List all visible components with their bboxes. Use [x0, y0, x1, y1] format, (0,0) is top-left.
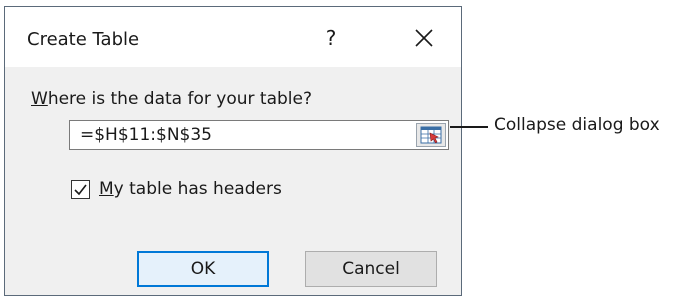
headers-checkbox-label[interactable]: My table has headers — [99, 179, 282, 199]
collapse-dialog-icon — [420, 126, 442, 144]
help-button[interactable]: ? — [317, 23, 345, 53]
prompt-access-key: W — [31, 89, 48, 109]
close-button[interactable] — [409, 23, 439, 53]
range-input[interactable] — [70, 121, 404, 149]
range-prompt-label: Where is the data for your table? — [31, 89, 312, 109]
checkbox-text: y table has headers — [113, 179, 282, 199]
ok-button[interactable]: OK — [137, 251, 269, 287]
cancel-button[interactable]: Cancel — [305, 251, 437, 287]
prompt-text: here is the data for your table? — [47, 89, 312, 109]
title-bar: Create Table ? — [5, 7, 461, 67]
headers-checkbox[interactable] — [71, 180, 90, 199]
create-table-dialog: Create Table ? Where is the data for you… — [4, 6, 462, 296]
close-icon — [415, 29, 433, 47]
callout-leader-line — [450, 126, 488, 128]
stage: Create Table ? Where is the data for you… — [0, 0, 682, 304]
range-field — [69, 120, 449, 150]
collapse-dialog-button[interactable] — [416, 123, 446, 147]
checkbox-access-key: M — [99, 179, 114, 199]
checkmark-icon — [74, 184, 87, 196]
callout-label: Collapse dialog box — [494, 115, 660, 135]
dialog-title: Create Table — [27, 29, 140, 50]
